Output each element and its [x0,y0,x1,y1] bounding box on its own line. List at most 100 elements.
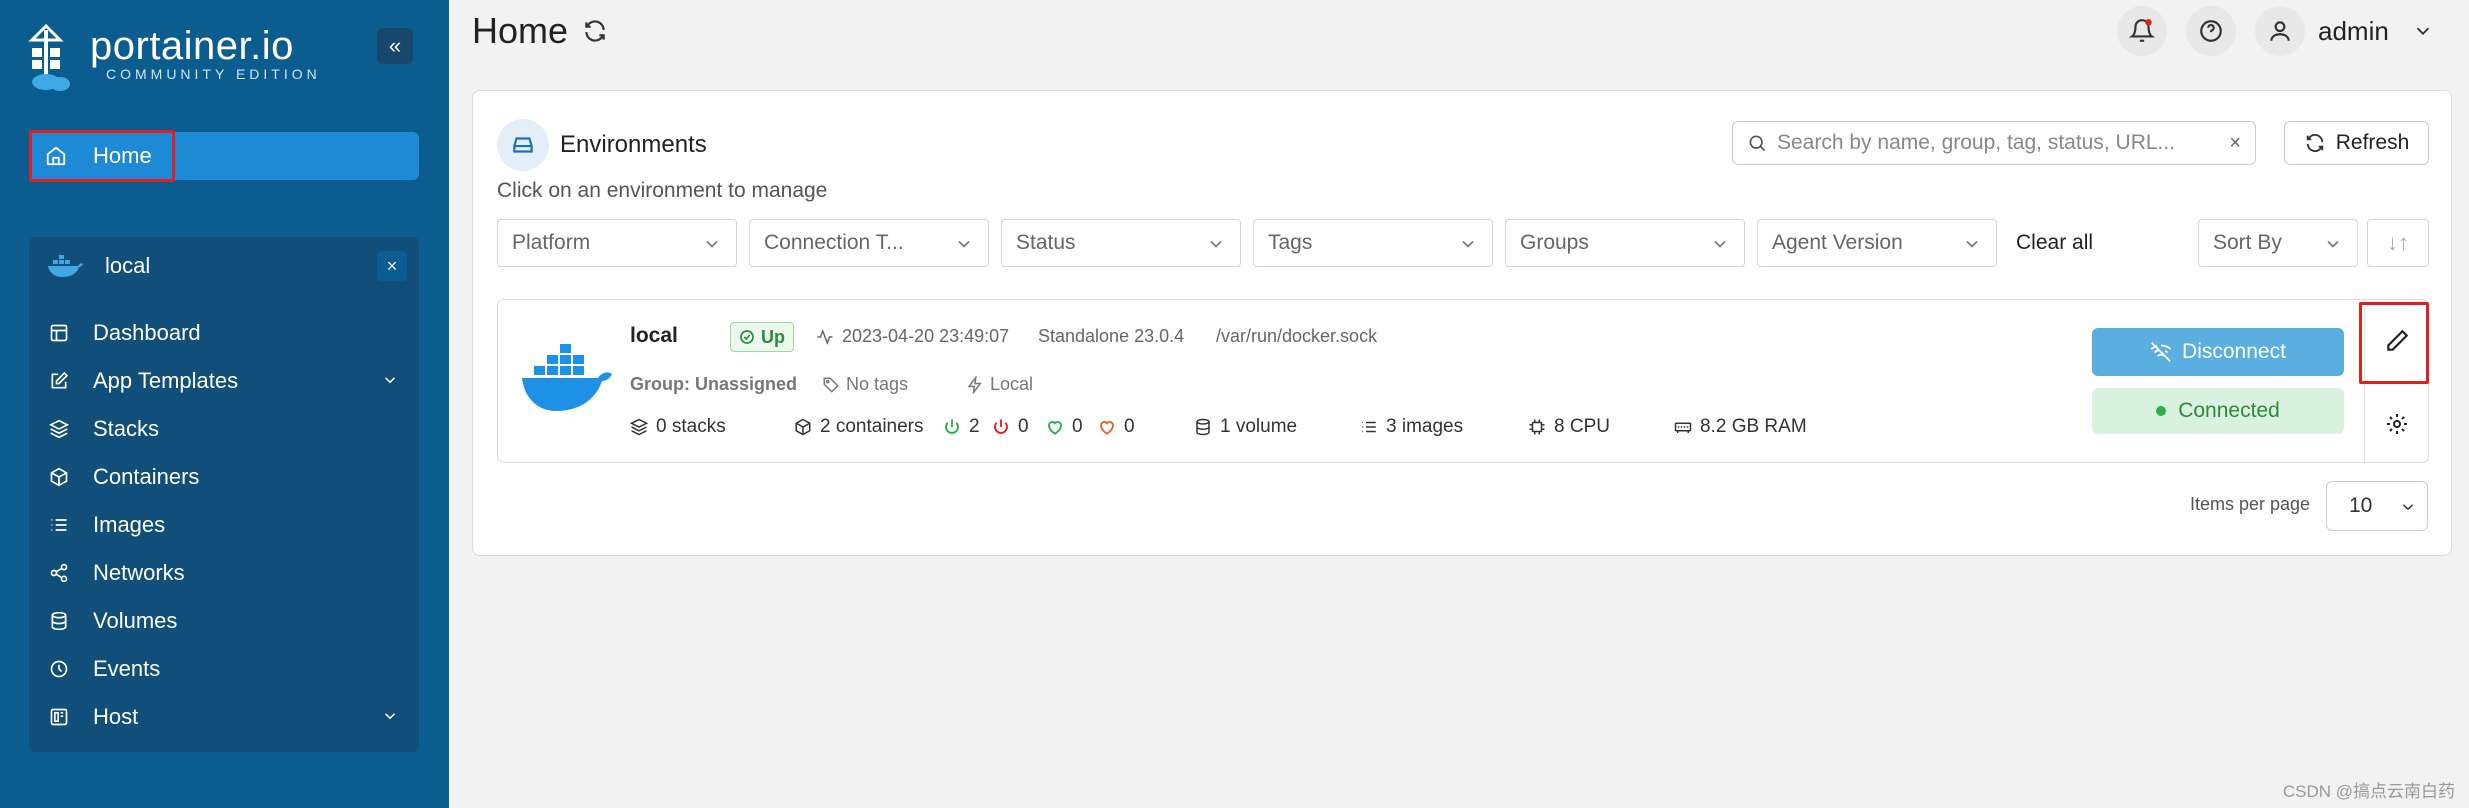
sidebar-item-volumes[interactable]: Volumes [29,601,419,641]
refresh-icon[interactable] [582,18,608,44]
refresh-button[interactable]: Refresh [2284,121,2429,165]
groups-filter[interactable]: Groups [1505,219,1745,267]
notifications-button[interactable] [2117,6,2167,56]
portainer-logo[interactable]: portainer.io COMMUNITY EDITION [26,24,321,96]
stopped-count: 0 [992,416,1029,438]
volumes-text: 1 volume [1220,416,1298,437]
help-icon [2200,20,2222,42]
docker-icon [48,255,83,277]
environment-url: /var/run/docker.sock [1216,326,1378,346]
user-menu-button[interactable] [2255,6,2305,56]
environment-name[interactable]: local [630,324,678,348]
dashboard-icon [50,324,68,342]
environments-card: Environments Click on an environment to … [472,90,2452,556]
sidebar-item-label: Images [93,512,166,537]
environments-icon [497,119,549,171]
clear-search-icon[interactable]: × [2229,132,2241,155]
memory-icon [1674,422,1692,433]
search-icon [1749,135,1766,152]
power-icon [945,419,959,434]
sidebar-item-images[interactable]: Images [29,505,419,545]
sidebar-item-label: Host [93,704,139,729]
host-icon [50,708,68,726]
sidebar-item-events[interactable]: Events [29,649,419,689]
user-icon [2270,21,2290,41]
ram-text: 8.2 GB RAM [1700,416,1807,437]
containers-text: 2 containers [820,416,924,437]
sort-label: Sort By [2213,231,2282,254]
search-placeholder: Search by name, group, tag, status, URL.… [1777,131,2176,154]
filter-label: Tags [1268,231,1313,254]
sidebar-item-label: Dashboard [93,320,201,345]
sidebar-item-containers[interactable]: Containers [29,457,419,497]
heart-icon [1048,421,1062,435]
clock-icon [50,660,68,678]
disconnect-button[interactable]: Disconnect [2092,328,2344,376]
collapse-sidebar-button[interactable]: « [377,28,413,64]
platform-filter[interactable]: Platform [497,219,737,267]
chevron-down-icon [384,377,396,384]
containers-count: 2 containers [794,416,924,438]
environment-settings-button[interactable] [2364,382,2430,464]
box-icon [795,418,811,436]
help-button[interactable] [2186,6,2236,56]
chevron-down-icon [1966,240,1978,248]
stacks-text: 0 stacks [656,416,726,437]
search-input[interactable]: Search by name, group, tag, status, URL.… [1732,121,2256,165]
tags-text: No tags [846,374,909,394]
environment-header[interactable]: local [29,237,419,295]
images-count: 3 images [1360,416,1463,438]
heartbeat-timestamp: 2023-04-20 23:49:07 [816,326,1009,347]
highlight-box [29,130,175,182]
refresh-icon [2306,134,2323,152]
sidebar-item-networks[interactable]: Networks [29,553,419,593]
sidebar-item-dashboard[interactable]: Dashboard [29,313,419,353]
agent-version-filter[interactable]: Agent Version [1757,219,1997,267]
close-environment-button[interactable]: × [377,251,407,281]
filter-label: Groups [1520,231,1589,254]
edit-icon [51,371,69,389]
user-name[interactable]: admin [2318,16,2389,47]
clear-all-button[interactable]: Clear all [2016,231,2093,255]
filter-label: Platform [512,231,591,254]
disconnect-label: Disconnect [2182,340,2286,363]
environment-panel: local × Dashboard App Templates Stacks C… [29,237,419,752]
brand-name: portainer.io [90,24,294,68]
filter-label: Agent Version [1772,231,1903,254]
layers-icon [49,419,69,439]
unhealthy-count: 0 [1098,416,1135,438]
sidebar-item-app-templates[interactable]: App Templates [29,361,419,401]
filter-label: Status [1016,231,1076,254]
items-per-page-select[interactable]: 10 [2326,481,2428,531]
status-filter[interactable]: Status [1001,219,1241,267]
ram-amount: 8.2 GB RAM [1674,416,1807,438]
environment-tags: No tags [822,374,908,395]
sidebar-item-label: App Templates [93,368,239,393]
brand-edition: COMMUNITY EDITION [106,66,321,82]
environment-local: Local [966,374,1033,395]
chevron-down-icon [384,713,396,720]
local-text: Local [990,374,1034,394]
wifi-off-icon [2150,342,2172,362]
items-per-page-value: 10 [2349,494,2373,517]
items-per-page-label: Items per page [2190,494,2311,514]
chevron-down-icon [958,240,970,248]
environment-item[interactable]: local Up 2023-04-20 23:49:07 Standalone … [497,299,2430,464]
healthy-count: 0 [1046,416,1083,438]
tags-filter[interactable]: Tags [1253,219,1493,267]
status-badge: Up [730,322,794,352]
page-title-text: Home [472,10,569,51]
sidebar-item-host[interactable]: Host [29,697,419,737]
sort-by-select[interactable]: Sort By [2198,219,2358,267]
healthy-text: 0 [1072,416,1083,437]
sidebar-item-label: Volumes [93,608,178,633]
connected-status: Connected [2092,388,2344,434]
connection-type-filter[interactable]: Connection T... [749,219,989,267]
bolt-icon [967,375,982,394]
sort-order-button[interactable]: ↓↑ [2367,219,2429,267]
page-title: Home [472,10,608,52]
status-text: Up [761,326,785,347]
chevron-down-icon[interactable] [2412,20,2434,42]
unhealthy-text: 0 [1124,416,1135,437]
sidebar-item-stacks[interactable]: Stacks [29,409,419,449]
